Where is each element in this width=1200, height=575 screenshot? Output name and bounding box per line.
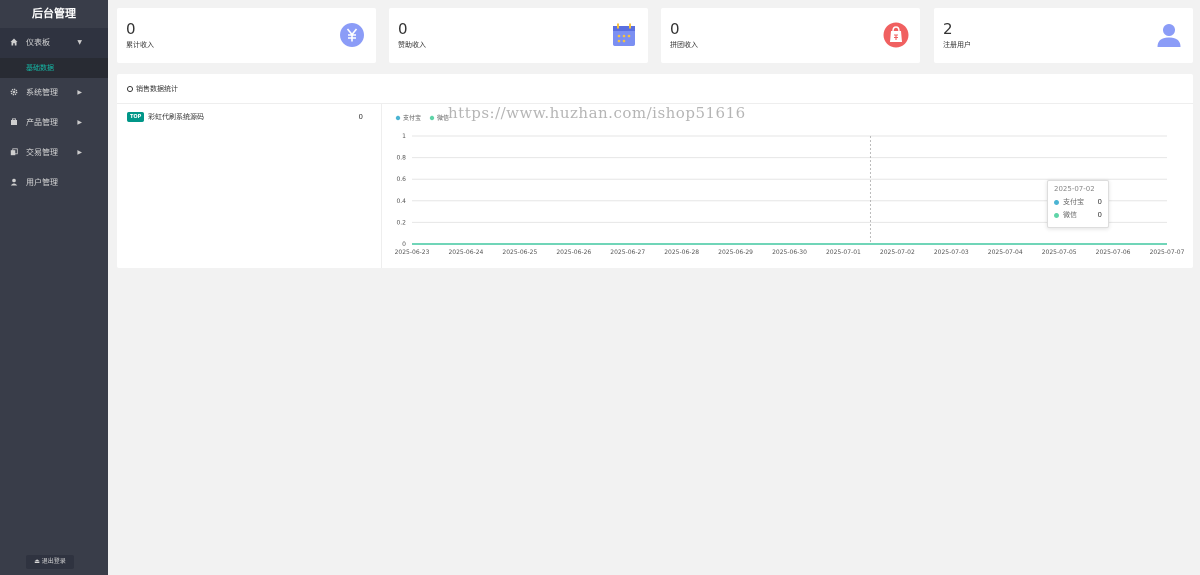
watermark: https://www.huzhan.com/ishop51616 (448, 104, 746, 122)
tooltip-series-name: 支付宝 (1063, 198, 1084, 206)
y-tick-label: 0 (402, 241, 406, 248)
ranking-list: TOP 彩虹代刷系统源码 0 (117, 104, 382, 268)
ranking-item-name: 彩虹代刷系统源码 (148, 113, 204, 121)
sidebar-item-label: 系统管理 (26, 88, 58, 97)
legend-label: 支付宝 (403, 114, 421, 122)
sales-chart: 0 0.2 0.4 0.6 0.8 1 2025-06-23 2025-06-24 2025-0… (382, 104, 1193, 268)
sidebar-item-system[interactable]: 系统管理 ▶ (0, 78, 108, 108)
person-icon (1157, 24, 1181, 47)
legend-marker-icon (429, 115, 435, 121)
stat-value: 0 (126, 20, 136, 38)
y-tick-label: 1 (402, 133, 406, 140)
x-tick-label: 2025-06-28 (664, 249, 699, 256)
tooltip-row: 支付宝 0 (1054, 196, 1102, 209)
x-tick-label: 2025-06-26 (556, 249, 591, 256)
x-tick-label: 2025-07-03 (934, 249, 969, 256)
stat-label: 赞助收入 (398, 41, 426, 49)
stat-label: 注册用户 (943, 41, 971, 49)
panel-header: 销售数据统计 (117, 74, 1193, 104)
logout-icon: ⏏ (34, 558, 42, 565)
stat-label: 拼团收入 (670, 41, 698, 49)
panel-title: 销售数据统计 (136, 85, 178, 93)
stat-card-total-income: 0 累计收入 (117, 8, 376, 63)
sidebar-item-transactions[interactable]: 交易管理 ▶ (0, 138, 108, 168)
x-tick-label: 2025-07-01 (826, 249, 861, 256)
brand-title: 后台管理 (0, 0, 108, 28)
sidebar: 后台管理 仪表板 ▼ 基础数据 系统管理 ▶ 产品管理 ▶ 交易管理 ▶ 用户管… (0, 0, 108, 575)
sidebar-item-products[interactable]: 产品管理 ▶ (0, 108, 108, 138)
stat-value: 0 (670, 20, 680, 38)
x-tick-label: 2025-06-25 (502, 249, 537, 256)
y-tick-label: 0.4 (396, 198, 406, 205)
stat-label: 累计收入 (126, 41, 154, 49)
ranking-item-value: 0 (358, 113, 363, 121)
tooltip-series-name: 微信 (1063, 211, 1077, 219)
stat-card-group-income: 0 拼团收入 (661, 8, 920, 63)
sidebar-item-label: 产品管理 (26, 118, 58, 127)
chevron-right-icon: ▶ (77, 89, 82, 96)
list-item[interactable]: TOP 彩虹代刷系统源码 0 (117, 108, 381, 126)
box-icon (9, 108, 19, 138)
x-tick-label: 2025-07-06 (1096, 249, 1131, 256)
sidebar-item-label: 仪表板 (26, 38, 50, 47)
stat-value: 2 (943, 20, 953, 38)
yuan-icon (340, 23, 364, 47)
legend-marker-icon (395, 115, 401, 121)
x-tick-label: 2025-06-23 (395, 249, 430, 256)
y-tick-label: 0.6 (396, 176, 406, 183)
tooltip-row: 微信 0 (1054, 209, 1102, 222)
x-tick-label: 2025-06-29 (718, 249, 753, 256)
x-tick-label: 2025-07-02 (880, 249, 915, 256)
logout-label: 退出登录 (41, 558, 66, 565)
caret-down-icon: ▼ (77, 39, 82, 46)
x-tick-label: 2025-07-04 (988, 249, 1023, 256)
x-tick-label: 2025-07-07 (1150, 249, 1185, 256)
stat-card-sponsor-income: 0 赞助收入 (389, 8, 648, 63)
sidebar-item-users[interactable]: 用户管理 (0, 168, 108, 198)
sidebar-item-dashboard[interactable]: 仪表板 ▼ (0, 28, 108, 58)
x-tick-label: 2025-06-30 (772, 249, 807, 256)
y-tick-label: 0.2 (396, 219, 406, 226)
series-dot-icon (1054, 200, 1059, 205)
y-tick-label: 0.8 (396, 155, 406, 162)
tooltip-series-value: 0 (1097, 198, 1102, 206)
calendar-icon (613, 23, 635, 46)
series-dot-icon (1054, 213, 1059, 218)
home-icon (9, 28, 19, 58)
chart-tooltip: 2025-07-02 支付宝 0 微信 0 (1047, 180, 1109, 228)
logout-button[interactable]: ⏏ 退出登录 (26, 555, 74, 569)
copy-icon (9, 138, 19, 168)
refresh-icon (127, 86, 133, 92)
chevron-right-icon: ▶ (77, 149, 82, 156)
stat-card-registered-users: 2 注册用户 (934, 8, 1193, 63)
bag-icon (883, 22, 909, 48)
gear-icon (9, 78, 19, 108)
sidebar-subitem-basic-data[interactable]: 基础数据 (0, 58, 108, 78)
x-tick-label: 2025-07-05 (1042, 249, 1077, 256)
sidebar-item-label: 用户管理 (26, 178, 58, 187)
stat-value: 0 (398, 20, 408, 38)
top-badge: TOP (127, 112, 145, 122)
tooltip-title: 2025-07-02 (1054, 185, 1095, 193)
tooltip-series-value: 0 (1097, 211, 1102, 219)
sidebar-item-label: 交易管理 (26, 148, 58, 157)
x-tick-label: 2025-06-24 (448, 249, 483, 256)
chevron-right-icon: ▶ (77, 119, 82, 126)
x-tick-label: 2025-06-27 (610, 249, 645, 256)
nav-group-dashboard: 仪表板 ▼ 基础数据 (0, 28, 108, 78)
user-icon (9, 168, 19, 198)
